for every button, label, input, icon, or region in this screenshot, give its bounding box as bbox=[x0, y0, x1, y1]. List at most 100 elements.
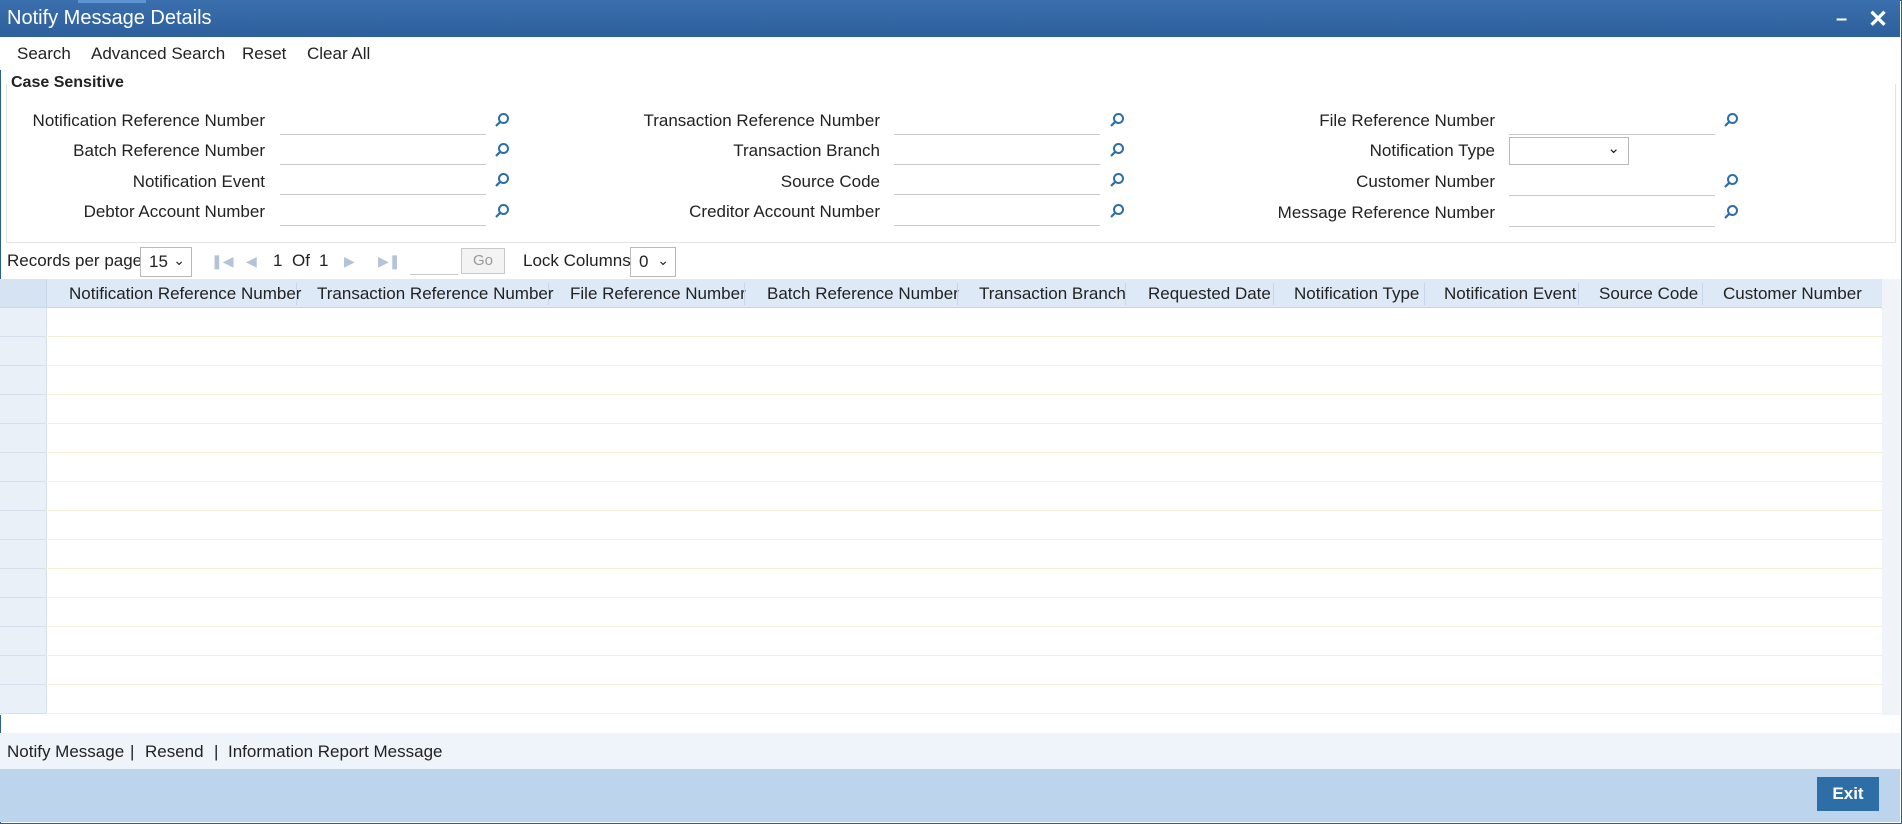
table-row bbox=[46, 684, 1882, 685]
debtor-account-number-label: Debtor Account Number bbox=[83, 202, 265, 221]
row-number-cell bbox=[0, 569, 47, 598]
file-reference-number-input[interactable] bbox=[1509, 110, 1715, 135]
row-number-cell bbox=[0, 685, 47, 714]
footer-separator: | bbox=[130, 742, 135, 761]
grid-vertical-scrollbar[interactable] bbox=[1882, 279, 1900, 715]
chevron-down-icon: ⌄ bbox=[657, 252, 669, 268]
footer-separator: | bbox=[214, 742, 219, 761]
source-code-label: Source Code bbox=[780, 172, 880, 191]
row-number-cell bbox=[0, 482, 47, 511]
row-number-cell bbox=[0, 337, 47, 366]
debtor-account-number-input[interactable] bbox=[280, 201, 486, 226]
reset-button[interactable]: Reset bbox=[242, 44, 286, 64]
records-per-page-select[interactable]: 15 ⌄ bbox=[140, 247, 192, 277]
lock-columns-value: 0 bbox=[639, 252, 649, 271]
table-row bbox=[46, 365, 1882, 366]
table-row bbox=[46, 452, 1882, 453]
row-number-cell bbox=[0, 540, 47, 569]
column-header-transaction-reference-number[interactable]: Transaction Reference Number bbox=[317, 284, 554, 304]
table-row bbox=[46, 568, 1882, 569]
exit-button[interactable]: Exit bbox=[1817, 777, 1879, 811]
search-icon[interactable] bbox=[1109, 112, 1125, 128]
table-row bbox=[46, 481, 1882, 482]
minimize-icon[interactable]: – bbox=[1836, 8, 1847, 31]
advanced-search-button[interactable]: Advanced Search bbox=[91, 44, 225, 64]
search-icon[interactable] bbox=[1109, 172, 1125, 188]
column-header-customer-number[interactable]: Customer Number bbox=[1723, 284, 1862, 304]
search-button[interactable]: Search bbox=[17, 44, 71, 64]
grid-header: Notification Reference Number Transactio… bbox=[0, 279, 1900, 308]
notification-event-label: Notification Event bbox=[132, 172, 265, 191]
transaction-reference-number-label: Transaction Reference Number bbox=[643, 111, 880, 130]
title-bar: Notify Message Details – ✕ bbox=[0, 0, 1900, 37]
table-row bbox=[46, 394, 1882, 395]
batch-reference-number-input[interactable] bbox=[280, 140, 486, 165]
lock-columns-label: Lock Columns bbox=[523, 251, 631, 270]
total-pages: 1 bbox=[319, 251, 329, 270]
column-header-notification-reference-number[interactable]: Notification Reference Number bbox=[69, 284, 301, 304]
column-header-requested-date[interactable]: Requested Date bbox=[1148, 284, 1271, 304]
transaction-reference-number-input[interactable] bbox=[894, 110, 1100, 135]
notification-reference-number-input[interactable] bbox=[280, 110, 486, 135]
next-page-icon[interactable]: ▶ bbox=[344, 253, 355, 270]
pagination-bar: Records per page 15 ⌄ ❚◀ ◀ 1 Of 1 ▶ ▶❚ L… bbox=[0, 244, 1900, 278]
lock-columns-select[interactable]: 0 ⌄ bbox=[630, 247, 676, 277]
row-number-cell bbox=[0, 511, 47, 540]
clear-all-button[interactable]: Clear All bbox=[307, 44, 370, 64]
column-header-file-reference-number[interactable]: File Reference Number bbox=[570, 284, 746, 304]
column-header-source-code[interactable]: Source Code bbox=[1599, 284, 1698, 304]
resend-link[interactable]: Resend bbox=[145, 742, 204, 762]
message-reference-number-input[interactable] bbox=[1509, 202, 1715, 227]
transaction-branch-input[interactable] bbox=[894, 140, 1100, 165]
notification-event-input[interactable] bbox=[280, 170, 486, 195]
information-report-message-link[interactable]: Information Report Message bbox=[228, 742, 443, 762]
table-row bbox=[46, 539, 1882, 540]
table-row bbox=[46, 423, 1882, 424]
source-code-input[interactable] bbox=[894, 170, 1100, 195]
first-page-icon[interactable]: ❚◀ bbox=[211, 253, 234, 270]
notification-reference-number-label: Notification Reference Number bbox=[32, 111, 265, 130]
search-icon[interactable] bbox=[494, 142, 510, 158]
file-reference-number-label: File Reference Number bbox=[1319, 111, 1495, 130]
search-icon[interactable] bbox=[494, 172, 510, 188]
previous-page-icon[interactable]: ◀ bbox=[246, 253, 257, 270]
of-label: Of bbox=[292, 251, 310, 270]
footer-links-bar: Notify Message | Resend | Information Re… bbox=[0, 733, 1900, 769]
column-header-batch-reference-number[interactable]: Batch Reference Number bbox=[767, 284, 959, 304]
customer-number-label: Customer Number bbox=[1356, 172, 1495, 191]
notification-type-label: Notification Type bbox=[1369, 141, 1495, 160]
search-icon[interactable] bbox=[1723, 173, 1739, 189]
records-per-page-label: Records per page bbox=[7, 251, 143, 270]
table-row bbox=[46, 336, 1882, 337]
page-number-input[interactable] bbox=[410, 250, 458, 275]
customer-number-input[interactable] bbox=[1509, 171, 1715, 196]
chevron-down-icon: ⌄ bbox=[173, 252, 185, 268]
notify-message-link[interactable]: Notify Message bbox=[7, 742, 124, 762]
search-icon[interactable] bbox=[1723, 204, 1739, 220]
results-grid: Notification Reference Number Transactio… bbox=[0, 279, 1900, 715]
table-row bbox=[46, 655, 1882, 656]
close-icon[interactable]: ✕ bbox=[1868, 5, 1888, 34]
notification-type-select[interactable]: ⌄ bbox=[1509, 137, 1629, 165]
column-header-notification-type[interactable]: Notification Type bbox=[1294, 284, 1419, 304]
search-icon[interactable] bbox=[1723, 112, 1739, 128]
case-sensitive-legend: Case Sensitive bbox=[11, 74, 128, 92]
table-row bbox=[46, 510, 1882, 511]
row-number-cell bbox=[0, 453, 47, 482]
table-row bbox=[46, 626, 1882, 627]
search-icon[interactable] bbox=[494, 203, 510, 219]
grid-header-corner bbox=[0, 279, 47, 307]
search-icon[interactable] bbox=[494, 112, 510, 128]
last-page-icon[interactable]: ▶❚ bbox=[378, 253, 401, 270]
column-header-transaction-branch[interactable]: Transaction Branch bbox=[979, 284, 1126, 304]
table-row bbox=[46, 597, 1882, 598]
search-icon[interactable] bbox=[1109, 203, 1125, 219]
title-tab-accent bbox=[78, 0, 146, 3]
go-button[interactable]: Go bbox=[461, 248, 505, 274]
creditor-account-number-input[interactable] bbox=[894, 201, 1100, 226]
column-header-notification-event[interactable]: Notification Event bbox=[1444, 284, 1576, 304]
row-number-cell bbox=[0, 656, 47, 685]
search-icon[interactable] bbox=[1109, 142, 1125, 158]
bottom-bar bbox=[0, 769, 1900, 822]
chevron-down-icon: ⌄ bbox=[1607, 140, 1620, 157]
